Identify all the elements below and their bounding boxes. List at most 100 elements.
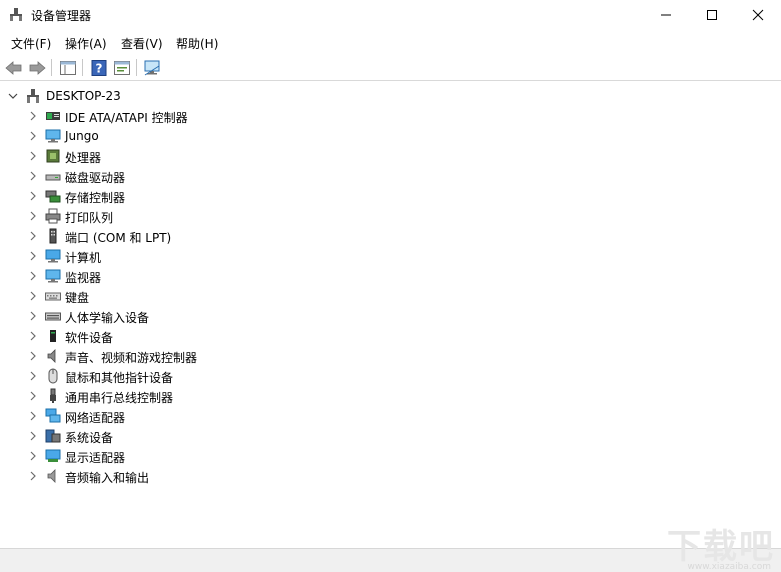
- menu-view[interactable]: 查看(V): [121, 35, 163, 52]
- tree-item-label: 鼠标和其他指针设备: [65, 371, 174, 385]
- svg-text:?: ?: [96, 62, 103, 76]
- close-button[interactable]: [735, 0, 781, 30]
- computer-icon: [45, 249, 61, 263]
- tree-item[interactable]: 人体学输入设备: [0, 306, 400, 326]
- forward-button[interactable]: [27, 58, 47, 78]
- scan-hardware-button[interactable]: [143, 58, 163, 78]
- tree-item-label: Jungo: [65, 129, 99, 143]
- menu-action[interactable]: 操作(A): [65, 35, 107, 52]
- tree-item[interactable]: 端口 (COM 和 LPT): [0, 226, 400, 246]
- tree-item[interactable]: 显示适配器: [0, 446, 400, 466]
- usb-icon: [50, 388, 56, 403]
- tree-item[interactable]: 计算机: [0, 246, 400, 266]
- tree-item[interactable]: 磁盘驱动器: [0, 166, 400, 186]
- tree-item-label: 显示适配器: [65, 451, 126, 465]
- chevron-right-icon[interactable]: [28, 391, 38, 401]
- computer-tree-icon: [27, 89, 39, 103]
- tree-item[interactable]: 音频输入和输出: [0, 466, 400, 486]
- maximize-button[interactable]: [689, 0, 735, 30]
- chevron-right-icon[interactable]: [28, 351, 38, 361]
- arrow-right-icon: [29, 61, 46, 75]
- chevron-right-icon[interactable]: [28, 471, 38, 481]
- tree-item[interactable]: 存储控制器: [0, 186, 400, 206]
- menu-bar: 文件(F) 操作(A) 查看(V) 帮助(H): [0, 31, 781, 53]
- tree-item-label: 声音、视频和游戏控制器: [65, 351, 198, 365]
- tree-item-label: 端口 (COM 和 LPT): [65, 231, 172, 245]
- chevron-right-icon[interactable]: [28, 151, 38, 161]
- chevron-right-icon[interactable]: [28, 171, 38, 181]
- title-bar: 设备管理器: [0, 0, 781, 30]
- watermark-url: www.xiazaiba.com: [687, 562, 771, 572]
- chevron-right-icon[interactable]: [28, 191, 38, 201]
- chevron-right-icon[interactable]: [28, 231, 38, 241]
- tree-item[interactable]: 软件设备: [0, 326, 400, 346]
- toolbar-separator: [51, 59, 52, 76]
- tree-item-label: 网络适配器: [65, 411, 126, 425]
- tree-item-label: 人体学输入设备: [65, 311, 150, 325]
- chevron-right-icon[interactable]: [28, 251, 38, 261]
- tree-root[interactable]: DESKTOP-23: [0, 86, 400, 106]
- properties-icon: [114, 61, 130, 75]
- tree-item-label: 软件设备: [65, 331, 114, 345]
- disk-drive-icon: [45, 174, 61, 181]
- tree-item[interactable]: 声音、视频和游戏控制器: [0, 346, 400, 366]
- chevron-right-icon[interactable]: [28, 111, 38, 121]
- audio-io-icon: [47, 469, 56, 483]
- software-device-icon: [50, 330, 56, 342]
- storage-controller-icon: [45, 190, 61, 203]
- tree-item[interactable]: 鼠标和其他指针设备: [0, 366, 400, 386]
- tree-root-label: DESKTOP-23: [46, 89, 121, 103]
- toolbar: ?: [0, 54, 781, 81]
- monitor-icon: [45, 269, 61, 283]
- chevron-down-icon[interactable]: [8, 91, 18, 101]
- tree-item[interactable]: IDE ATA/ATAPI 控制器: [0, 106, 400, 126]
- properties-button[interactable]: [112, 58, 132, 78]
- menu-file[interactable]: 文件(F): [11, 35, 51, 52]
- tree-item-label: 监视器: [65, 271, 102, 285]
- tree-item[interactable]: 通用串行总线控制器: [0, 386, 400, 406]
- tree-item[interactable]: Jungo: [0, 126, 400, 146]
- chevron-right-icon[interactable]: [28, 211, 38, 221]
- device-manager-icon: [10, 8, 22, 21]
- back-button[interactable]: [4, 58, 24, 78]
- close-icon: [752, 9, 764, 21]
- chevron-right-icon[interactable]: [28, 291, 38, 301]
- help-button[interactable]: ?: [89, 58, 109, 78]
- tree-item[interactable]: 网络适配器: [0, 406, 400, 426]
- help-icon: ?: [91, 60, 107, 76]
- chevron-right-icon[interactable]: [28, 431, 38, 441]
- minimize-icon: [661, 14, 671, 16]
- device-tree: DESKTOP-23 IDE ATA/ATAPI 控制器 Jungo 处理器磁盘驱动…: [0, 82, 781, 548]
- status-bar: [0, 548, 781, 572]
- minimize-button[interactable]: [643, 0, 689, 30]
- chevron-right-icon[interactable]: [28, 311, 38, 321]
- tree-item-label: 存储控制器: [65, 191, 126, 205]
- chevron-right-icon[interactable]: [28, 331, 38, 341]
- processor-icon: [46, 149, 60, 163]
- tree-item[interactable]: 系统设备: [0, 426, 400, 446]
- tree-item[interactable]: 监视器: [0, 266, 400, 286]
- hid-icon: [45, 312, 61, 321]
- tree-item-label: 磁盘驱动器: [65, 171, 126, 185]
- chevron-right-icon[interactable]: [28, 411, 38, 421]
- show-hide-console-tree-button[interactable]: [58, 58, 78, 78]
- ide-controller-icon: [46, 112, 60, 120]
- chevron-right-icon[interactable]: [28, 271, 38, 281]
- chevron-right-icon[interactable]: [28, 131, 38, 141]
- tree-item-label: 计算机: [65, 251, 102, 265]
- tree-item-label: 打印队列: [65, 211, 114, 225]
- tree-item[interactable]: 键盘: [0, 286, 400, 306]
- speaker-icon: [47, 349, 56, 363]
- tree-item-label: 键盘: [65, 291, 90, 305]
- tree-item-label: 处理器: [65, 151, 102, 165]
- tree-item[interactable]: 打印队列: [0, 206, 400, 226]
- chevron-right-icon[interactable]: [28, 371, 38, 381]
- tree-item-label: 通用串行总线控制器: [65, 391, 174, 405]
- watermark: 下载吧: [667, 527, 775, 567]
- monitor-icon: [45, 129, 61, 143]
- tree-item-label: 系统设备: [65, 431, 114, 445]
- menu-help[interactable]: 帮助(H): [176, 35, 218, 52]
- keyboard-icon: [45, 292, 61, 301]
- chevron-right-icon[interactable]: [28, 451, 38, 461]
- tree-item[interactable]: 处理器: [0, 146, 400, 166]
